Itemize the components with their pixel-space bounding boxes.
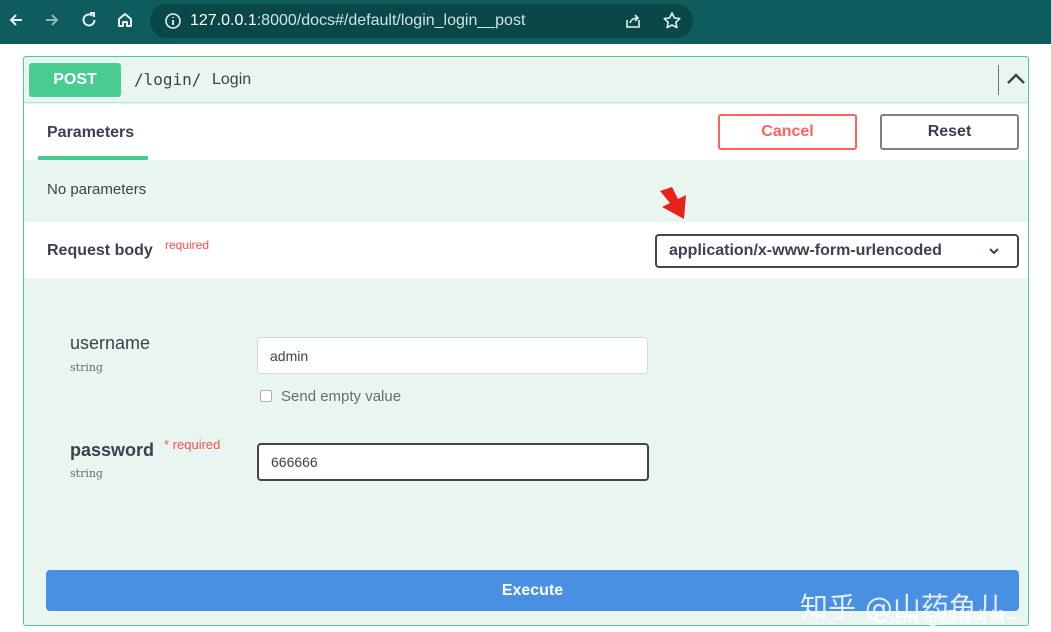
url-text[interactable]: 127.0.0.1:8000/docs#/default/login_login…	[190, 12, 525, 30]
arrow-left-icon	[9, 14, 22, 26]
summary-divider	[998, 65, 999, 95]
send-empty-checkbox[interactable]	[260, 390, 272, 402]
browser-toolbar: 127.0.0.1:8000/docs#/default/login_login…	[0, 0, 1051, 44]
method-badge: POST	[29, 63, 121, 97]
cancel-button[interactable]: Cancel	[718, 114, 857, 150]
reload-button[interactable]	[76, 7, 102, 33]
info-icon[interactable]	[164, 12, 182, 30]
request-body-title: Request body	[47, 242, 153, 259]
request-body-header: Request body required application/x-www-…	[24, 222, 1028, 278]
home-button[interactable]	[112, 7, 138, 33]
reload-icon	[82, 12, 96, 27]
forward-button[interactable]	[39, 7, 65, 33]
parameters-header: Parameters Cancel Reset	[24, 104, 1028, 160]
back-button[interactable]	[3, 7, 29, 33]
chevron-up-icon[interactable]	[1004, 67, 1028, 91]
address-bar[interactable]: 127.0.0.1:8000/docs#/default/login_login…	[150, 4, 693, 38]
operation-block: POST /login/ Login Parameters Cancel Res…	[23, 56, 1029, 626]
password-input[interactable]: 666666	[257, 443, 649, 481]
bookmark-star-icon[interactable]	[662, 11, 682, 31]
red-arrow-annotation-icon	[660, 187, 686, 219]
watermark-csdn: CSDN @顺其自然~	[874, 608, 1019, 627]
url-host: 127.0.0.1	[190, 12, 257, 29]
home-icon	[118, 13, 132, 27]
share-icon[interactable]	[624, 12, 642, 30]
chevron-down-icon	[989, 248, 999, 255]
send-empty-label: Send empty value	[281, 388, 402, 405]
content-type-select[interactable]: application/x-www-form-urlencoded	[655, 234, 1019, 268]
content-type-value: application/x-www-form-urlencoded	[669, 242, 942, 259]
required-label: required	[165, 238, 210, 252]
url-path: :8000/docs#/default/login_login__post	[256, 12, 526, 29]
reset-button[interactable]: Reset	[880, 114, 1019, 150]
password-required-label: * required	[164, 437, 221, 452]
operation-description: Login	[212, 71, 252, 88]
username-label: username	[70, 333, 151, 353]
no-parameters-text: No parameters	[47, 181, 147, 198]
tab-parameters[interactable]: Parameters	[47, 124, 134, 142]
username-type: string	[70, 361, 103, 374]
operation-summary[interactable]: POST /login/ Login	[24, 57, 1028, 103]
tab-underline	[38, 156, 148, 160]
username-input[interactable]: admin	[257, 337, 648, 374]
operation-path: /login/	[134, 70, 202, 89]
password-label: password	[70, 440, 155, 460]
password-type: string	[70, 467, 103, 480]
arrow-right-icon	[46, 14, 59, 26]
